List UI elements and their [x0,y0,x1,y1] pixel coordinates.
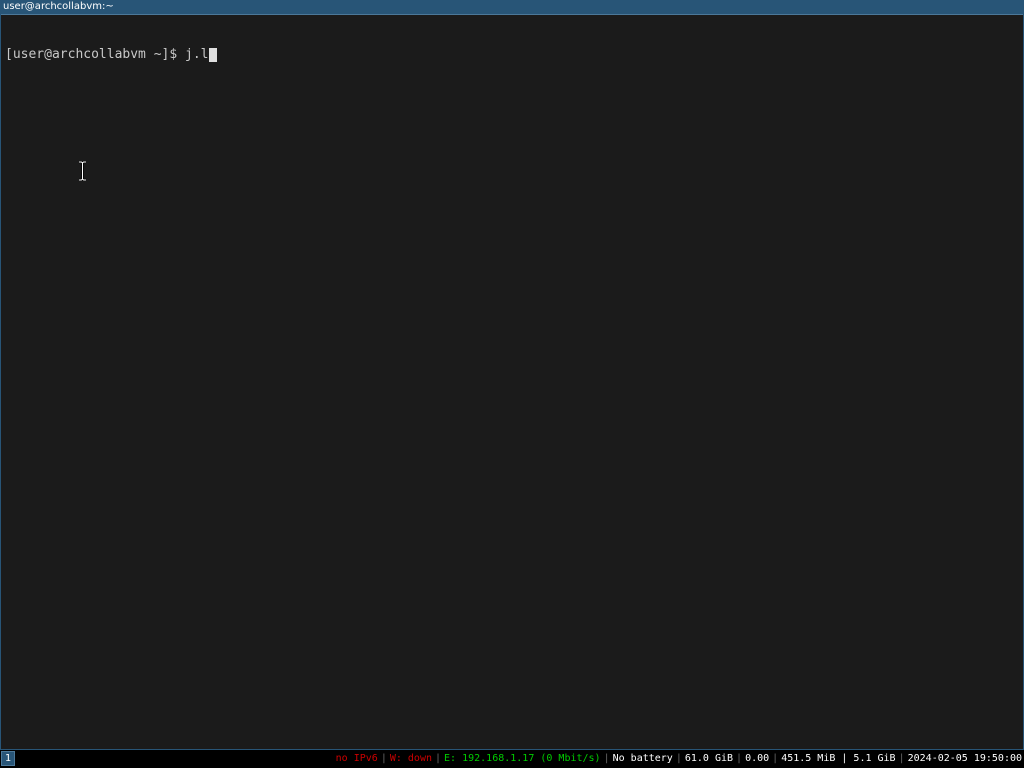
status-separator: | [898,753,905,764]
i3-status-bar: 1 no IPv6 | W: down | E: 192.168.1.17 (0 M… [0,750,1024,768]
status-separator: | [380,753,387,764]
status-ipv6: no IPv6 [335,753,378,764]
status-ethernet: E: 192.168.1.17 (0 Mbit/s) [444,753,601,764]
status-items: no IPv6 | W: down | E: 192.168.1.17 (0 Mbi… [334,750,1024,768]
status-separator: | [603,753,610,764]
prompt-line: [user@archcollabvm ~]$ j.l [5,47,1019,62]
workspace-button-1[interactable]: 1 [1,751,15,766]
status-separator: | [736,753,743,764]
window-title: user@archcollabvm:~ [3,1,114,12]
typed-command: j.l [185,47,209,62]
shell-prompt: [user@archcollabvm ~]$ [5,47,186,62]
status-disk: 61.0 GiB [684,753,734,764]
status-separator: | [772,753,779,764]
window-title-bar[interactable]: user@archcollabvm:~ [1,0,1023,15]
status-datetime: 2024-02-05 19:50:00 [907,753,1022,764]
status-battery: No battery [612,753,673,764]
status-wifi: W: down [389,753,432,764]
status-memory: 451.5 MiB | 5.1 GiB [781,753,896,764]
status-load: 0.00 [745,753,770,764]
text-cursor [208,47,217,62]
status-separator: | [675,753,682,764]
terminal-window[interactable]: user@archcollabvm:~ [user@archcollabvm ~… [0,0,1024,750]
status-separator: | [435,753,442,764]
ibeam-cursor-icon [79,161,86,181]
terminal-area[interactable]: [user@archcollabvm ~]$ j.l [3,16,1021,747]
